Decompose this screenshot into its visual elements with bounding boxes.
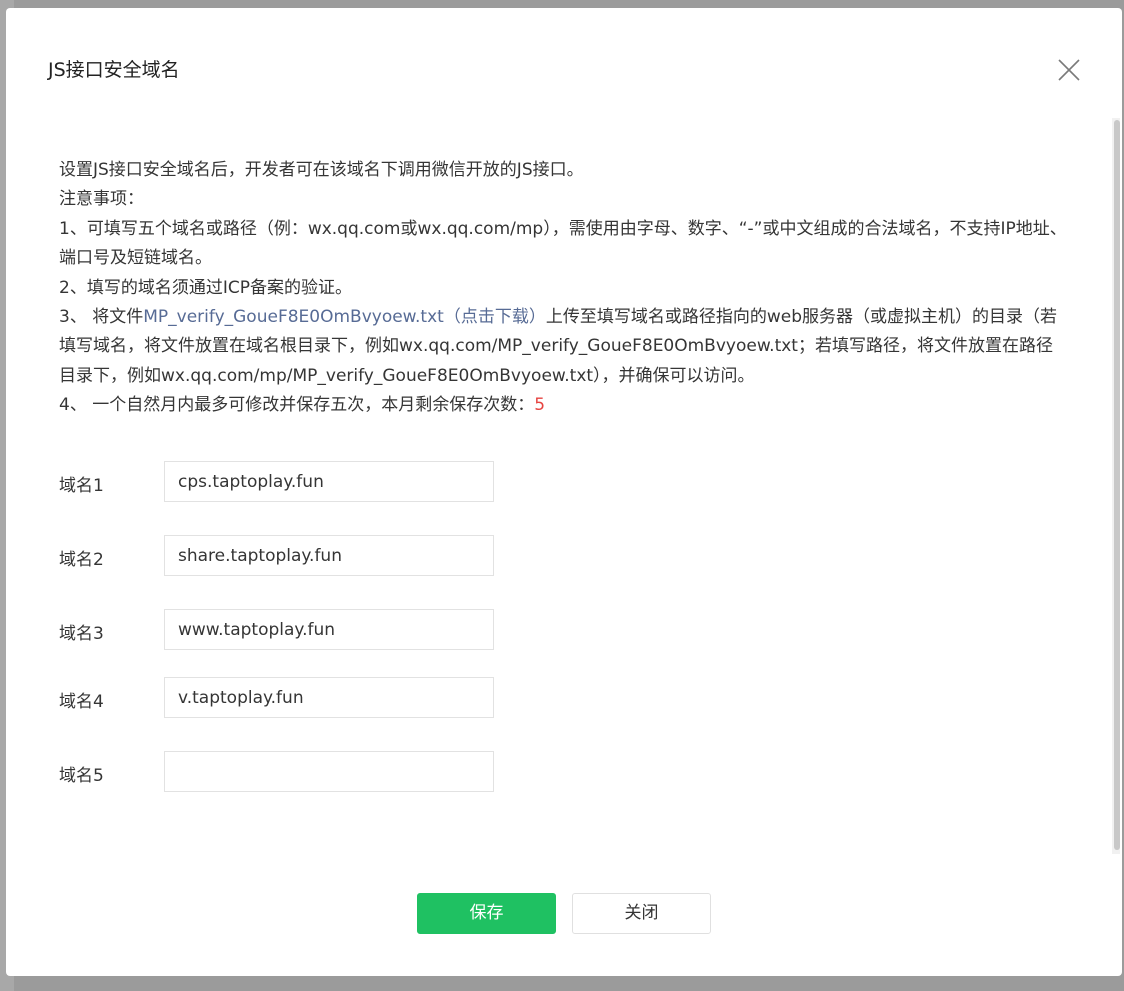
notes-item-4: 4、 一个自然月内最多可修改并保存五次，本月剩余保存次数：5 [59, 391, 1069, 420]
notes-item-4-prefix: 4、 一个自然月内最多可修改并保存五次，本月剩余保存次数： [59, 395, 535, 416]
notes-intro: 设置JS接口安全域名后，开发者可在该域名下调用微信开放的JS接口。 [59, 160, 584, 180]
scrollbar-thumb[interactable] [1114, 120, 1120, 850]
close-button[interactable] [1056, 57, 1082, 83]
notes-item-2: 2、填写的域名须通过ICP备案的验证。 [59, 277, 352, 298]
domain-label-3: 域名3 [59, 624, 104, 644]
close-icon [1058, 59, 1080, 81]
js-domain-dialog: JS接口安全域名 设置JS接口安全域名后，开发者可在该域名下调用微信开放的JS接… [6, 8, 1122, 976]
domain-input-4[interactable] [164, 677, 494, 718]
save-button[interactable]: 保存 [417, 893, 556, 934]
notes-item-3-prefix: 3、 将文件 [59, 307, 144, 328]
close-dialog-button[interactable]: 关闭 [572, 893, 711, 934]
domain-label-2: 域名2 [59, 550, 104, 570]
domain-label-5: 域名5 [59, 766, 104, 786]
domain-input-5[interactable] [164, 751, 494, 792]
dialog-title: JS接口安全域名 [48, 59, 180, 81]
domain-label-1: 域名1 [59, 476, 104, 496]
notes-item-1: 1、可填写五个域名或路径（例：wx.qq.com或wx.qq.com/mp），需… [59, 218, 1067, 269]
notes-item-3: 3、 将文件MP_verify_GoueF8E0OmBvyoew.txt（点击下… [59, 303, 1069, 391]
notes-section: 设置JS接口安全域名后，开发者可在该域名下调用微信开放的JS接口。 注意事项： … [59, 156, 1069, 421]
remaining-save-count: 5 [534, 395, 546, 416]
domain-label-4: 域名4 [59, 692, 104, 712]
notes-heading: 注意事项： [59, 189, 144, 210]
domain-input-2[interactable] [164, 535, 494, 576]
verify-file-download-link[interactable]: MP_verify_GoueF8E0OmBvyoew.txt（点击下载） [143, 307, 546, 327]
domain-input-1[interactable] [164, 461, 494, 502]
domain-input-3[interactable] [164, 609, 494, 650]
